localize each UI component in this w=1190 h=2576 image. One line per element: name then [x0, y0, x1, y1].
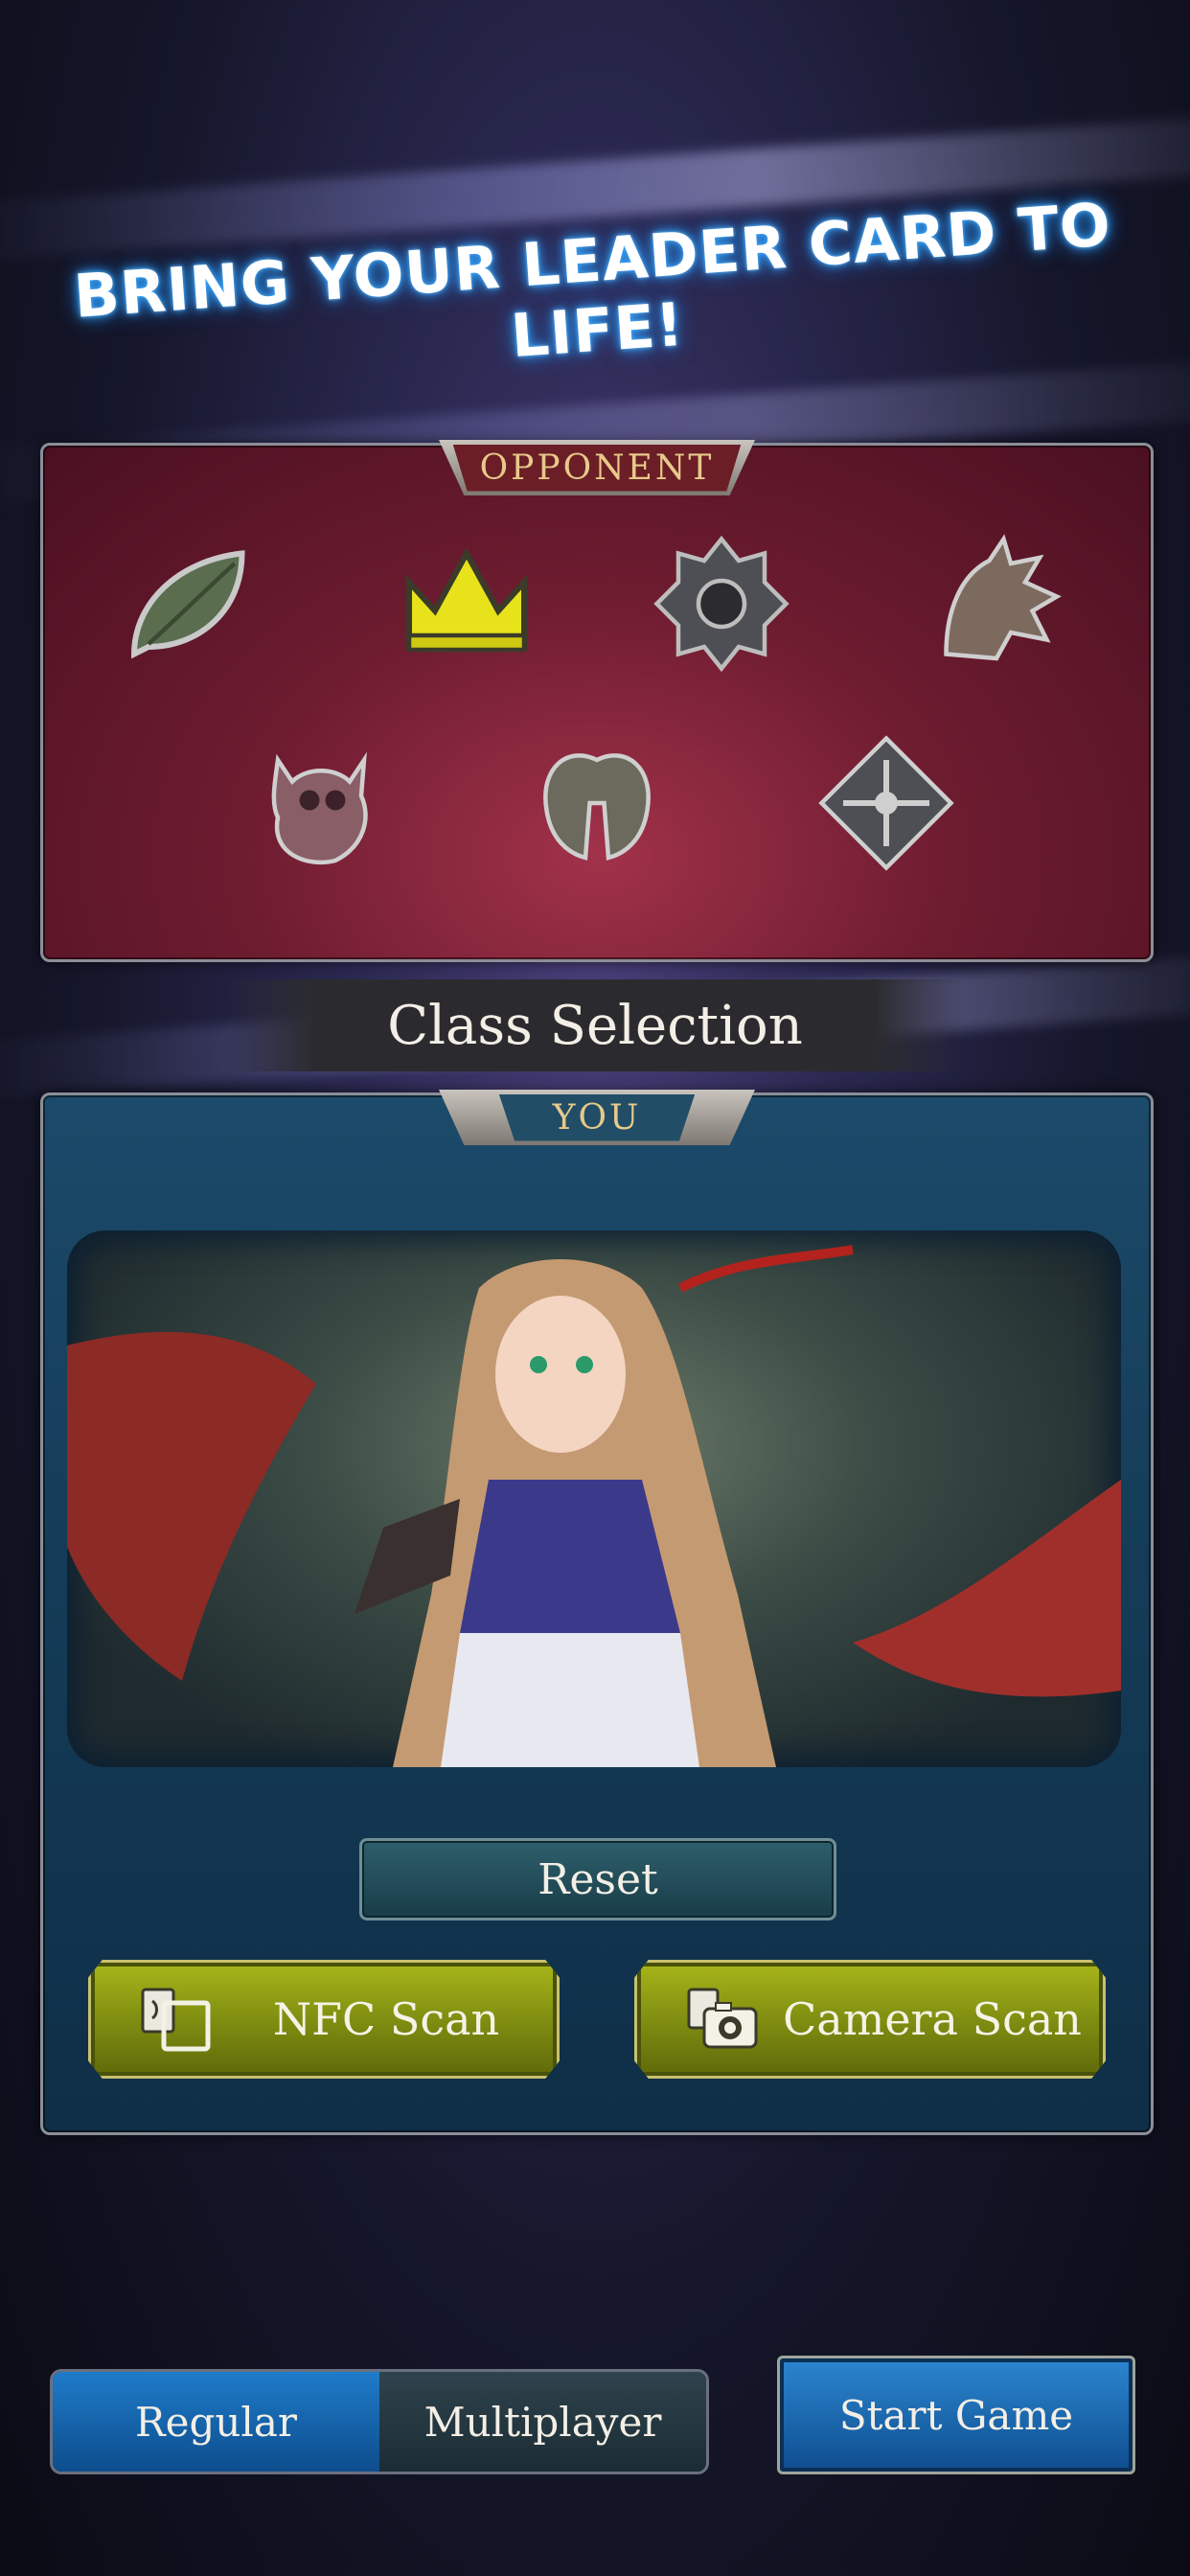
- mode-multiplayer-option[interactable]: Multiplayer: [379, 2372, 706, 2472]
- nfc-scan-label: NFC Scan: [272, 1993, 500, 2045]
- skull-ghost-icon[interactable]: [249, 731, 393, 875]
- crown-icon[interactable]: [395, 532, 538, 676]
- dragon-icon[interactable]: [925, 532, 1068, 676]
- leader-card-art: [67, 1230, 1121, 1767]
- mode-toggle: Regular Multiplayer: [50, 2369, 709, 2474]
- opponent-tab-label: OPPONENT: [452, 444, 742, 492]
- nfc-icon: [139, 1986, 212, 2053]
- start-game-button[interactable]: Start Game: [777, 2356, 1135, 2474]
- you-tab: YOU: [439, 1090, 755, 1145]
- section-title: Class Selection: [225, 979, 965, 1071]
- diamond-cross-icon[interactable]: [814, 731, 958, 875]
- opponent-panel: OPPONENT: [40, 440, 1154, 962]
- mode-regular-option[interactable]: Regular: [53, 2372, 379, 2472]
- star-seal-icon[interactable]: [650, 532, 793, 676]
- camera-icon: [685, 1986, 758, 2053]
- camera-scan-label: Camera Scan: [783, 1993, 1082, 2045]
- leaf-icon[interactable]: [120, 532, 263, 676]
- you-tab-label: YOU: [498, 1093, 696, 1141]
- nfc-scan-button[interactable]: NFC Scan: [88, 1960, 560, 2079]
- opponent-tab: OPPONENT: [439, 440, 755, 495]
- wings-icon[interactable]: [525, 731, 669, 875]
- camera-scan-button[interactable]: Camera Scan: [634, 1960, 1106, 2079]
- reset-button[interactable]: Reset: [359, 1838, 836, 1920]
